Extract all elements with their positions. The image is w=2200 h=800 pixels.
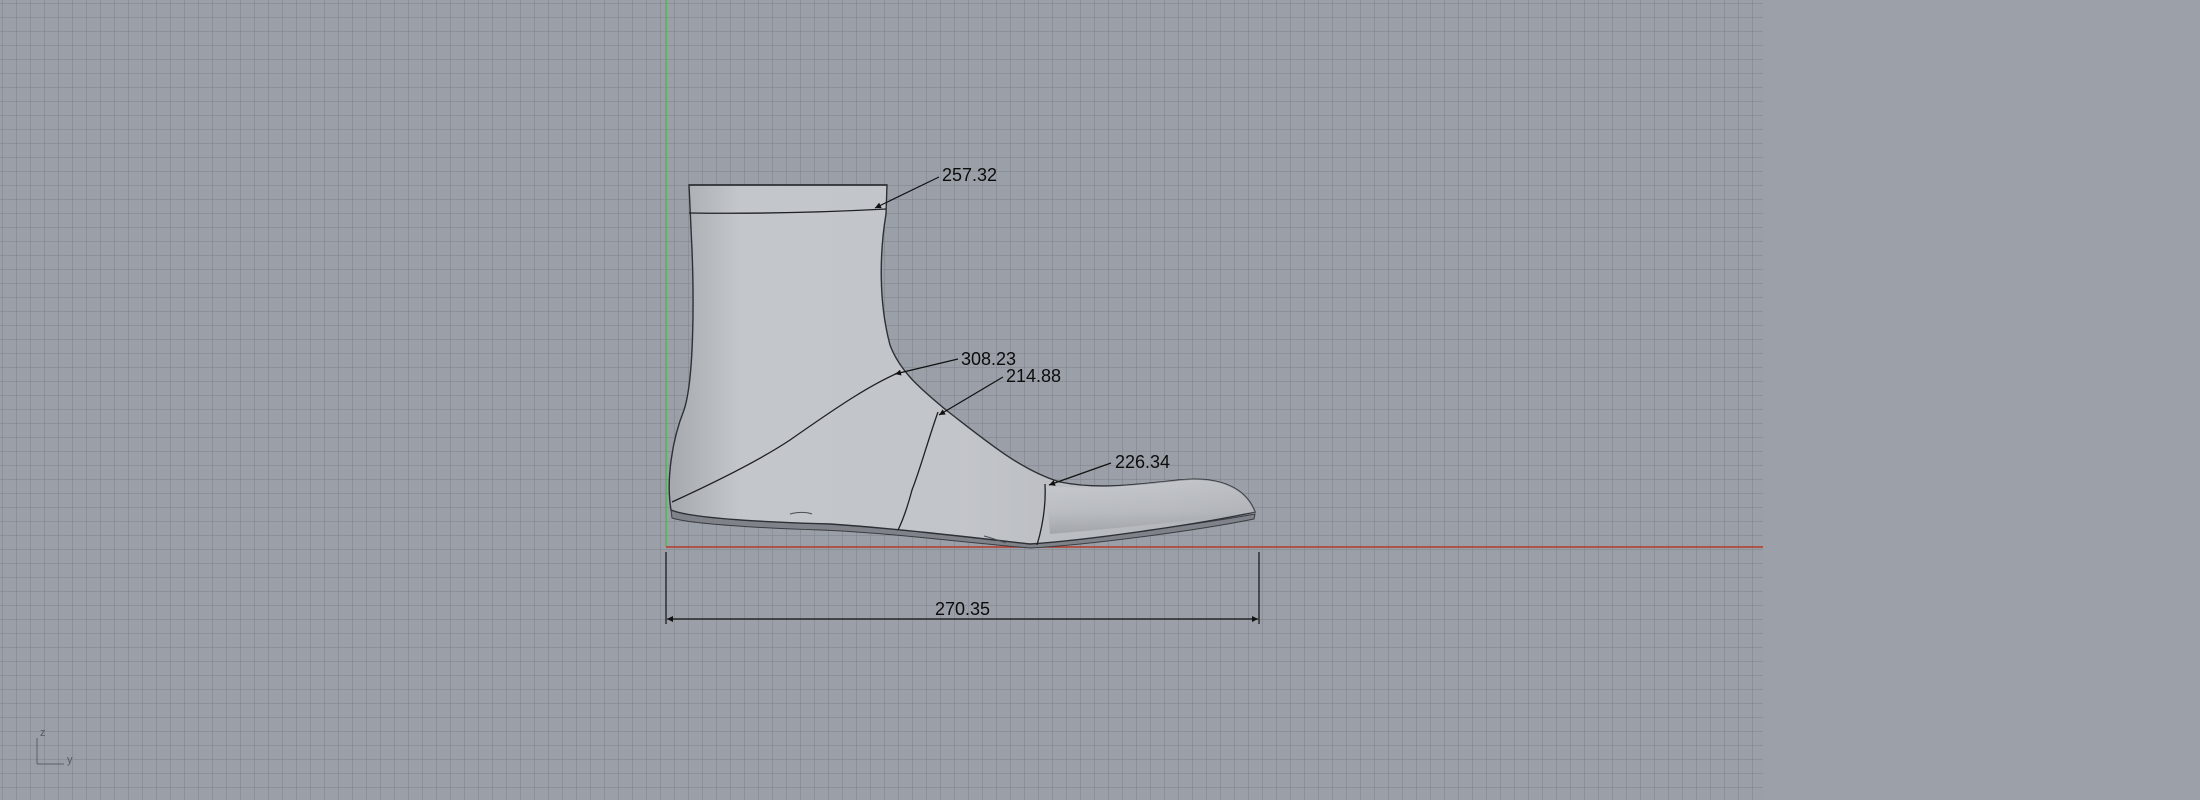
axis-widget-z-label: z — [40, 727, 46, 739]
length-label: 270.35 — [935, 599, 990, 619]
empty-side-panel — [1763, 0, 2200, 800]
axis-widget: z y — [36, 727, 73, 766]
waist-girth-label: 214.88 — [1006, 366, 1061, 386]
viewport-canvas[interactable]: 257.32 308.23 214.88 226.34 270.35 z y — [0, 0, 1763, 800]
perspective-viewport[interactable]: 257.32 308.23 214.88 226.34 270.35 z y — [0, 0, 1763, 800]
ankle-girth-label: 257.32 — [942, 165, 997, 185]
rhino-app: 257.32 308.23 214.88 226.34 270.35 z y — [0, 0, 2200, 800]
ball-girth-leader — [1048, 462, 1112, 486]
axis-widget-y-label: y — [67, 754, 73, 766]
ball-girth-label: 226.34 — [1115, 452, 1170, 472]
dimension-ankle-girth[interactable]: 257.32 — [874, 165, 997, 209]
dimension-length[interactable]: 270.35 — [665, 552, 1260, 624]
dimension-ball-girth[interactable]: 226.34 — [1048, 452, 1170, 486]
dimension-waist-girth[interactable]: 214.88 — [938, 366, 1061, 416]
dimension-instep-girth[interactable]: 308.23 — [894, 349, 1016, 376]
instep-girth-leader — [894, 358, 959, 376]
waist-girth-leader — [938, 376, 1004, 416]
